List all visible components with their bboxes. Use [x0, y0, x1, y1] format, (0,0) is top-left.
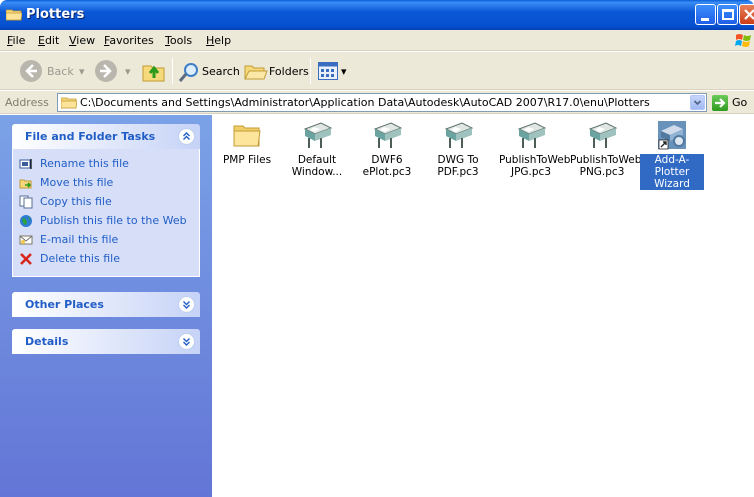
file-item-dwf6-eplot[interactable]: DWF6 ePlot.pc3 — [355, 119, 419, 189]
file-folder-tasks-header[interactable]: File and Folder Tasks — [12, 124, 200, 149]
folders-icon — [244, 65, 268, 80]
menu-help[interactable]: Help — [206, 34, 231, 47]
back-dropdown-icon[interactable]: ▾ — [79, 65, 85, 78]
minimize-icon — [701, 18, 709, 21]
maximize-button[interactable] — [717, 4, 738, 25]
chevron-up-icon — [183, 132, 190, 140]
search-button[interactable]: Search — [202, 65, 240, 78]
menu-edit[interactable]: Edit — [38, 34, 59, 47]
search-icon — [178, 63, 198, 82]
views-icon[interactable] — [318, 62, 338, 80]
expand-button[interactable] — [178, 333, 195, 350]
other-places-header[interactable]: Other Places — [12, 292, 200, 317]
chevron-down-icon — [183, 338, 190, 346]
file-list[interactable]: PMP Files Default Window... DWF6 ePlot.p… — [212, 115, 754, 497]
plotter-icon — [373, 122, 403, 148]
minimize-button[interactable] — [695, 4, 716, 25]
maximize-icon — [722, 9, 734, 20]
folder-icon — [6, 9, 22, 21]
expand-button[interactable] — [178, 296, 195, 313]
chevron-down-icon — [183, 301, 190, 309]
file-item-pmp-files[interactable]: PMP Files — [215, 119, 279, 189]
collapse-button[interactable] — [178, 128, 195, 145]
menu-file[interactable]: File — [7, 34, 25, 47]
go-label[interactable]: Go — [732, 96, 747, 109]
file-item-default-windows[interactable]: Default Window... — [285, 119, 349, 189]
delete-icon — [20, 253, 32, 265]
menu-favorites[interactable]: Favorites — [104, 34, 154, 47]
panel-title: Details — [25, 335, 69, 348]
address-path: C:\Documents and Settings\Administrator\… — [80, 96, 650, 109]
plotter-icon — [303, 122, 333, 148]
file-folder-tasks-body: Rename this file Move this file Copy thi… — [12, 149, 200, 277]
toolbar-separator — [172, 58, 173, 84]
back-arrow-icon[interactable] — [19, 59, 43, 83]
menu-bar: File Edit View Favorites Tools Help — [0, 30, 754, 51]
rename-icon — [19, 159, 32, 169]
plotter-icon — [444, 122, 474, 148]
folder-icon — [233, 125, 261, 147]
go-arrow-icon — [715, 98, 726, 108]
file-item-dwg-to-pdf[interactable]: DWG To PDF.pc3 — [426, 119, 490, 189]
plotter-icon — [517, 122, 547, 148]
windows-logo-icon — [735, 34, 751, 47]
panel-title: Other Places — [25, 298, 104, 311]
wizard-shortcut-icon — [658, 121, 686, 150]
file-item-add-a-plotter-wizard[interactable]: Add-A-Plotter Wizard — [640, 119, 704, 190]
window-title: Plotters — [26, 7, 85, 22]
address-label: Address — [5, 96, 49, 109]
copy-icon — [19, 195, 33, 209]
views-dropdown-icon[interactable]: ▾ — [341, 65, 347, 78]
move-icon — [19, 179, 32, 189]
menu-tools[interactable]: Tools — [165, 34, 192, 47]
folders-button[interactable]: Folders — [269, 65, 309, 78]
toolbar: Back ▾ ▾ Search Folders ▾ — [0, 52, 754, 90]
address-field[interactable]: C:\Documents and Settings\Administrator\… — [57, 93, 707, 112]
task-pane: File and Folder Tasks Rename this file M… — [0, 115, 212, 497]
panel-title: File and Folder Tasks — [25, 130, 156, 143]
folder-icon — [61, 97, 77, 109]
file-item-publishtoweb-jpg[interactable]: PublishToWeb JPG.pc3 — [499, 119, 570, 189]
title-bar[interactable]: Plotters — [0, 0, 754, 30]
details-header[interactable]: Details — [12, 329, 200, 354]
forward-arrow-icon[interactable] — [94, 59, 118, 83]
close-icon — [744, 9, 754, 20]
address-bar: Address C:\Documents and Settings\Admini… — [0, 91, 754, 114]
plotter-icon — [588, 122, 618, 148]
globe-icon — [20, 215, 32, 227]
up-folder-icon[interactable] — [142, 60, 166, 82]
address-dropdown-button[interactable] — [690, 95, 705, 110]
close-button[interactable] — [739, 4, 754, 25]
go-button[interactable] — [712, 95, 728, 111]
forward-dropdown-icon[interactable]: ▾ — [125, 65, 131, 78]
file-item-publishtoweb-png[interactable]: PublishToWeb PNG.pc3 — [570, 119, 641, 189]
chevron-down-icon — [693, 100, 702, 106]
menu-view[interactable]: View — [69, 34, 95, 47]
toolbar-separator — [310, 58, 311, 84]
email-icon — [19, 235, 33, 245]
back-button[interactable]: Back — [47, 65, 74, 78]
